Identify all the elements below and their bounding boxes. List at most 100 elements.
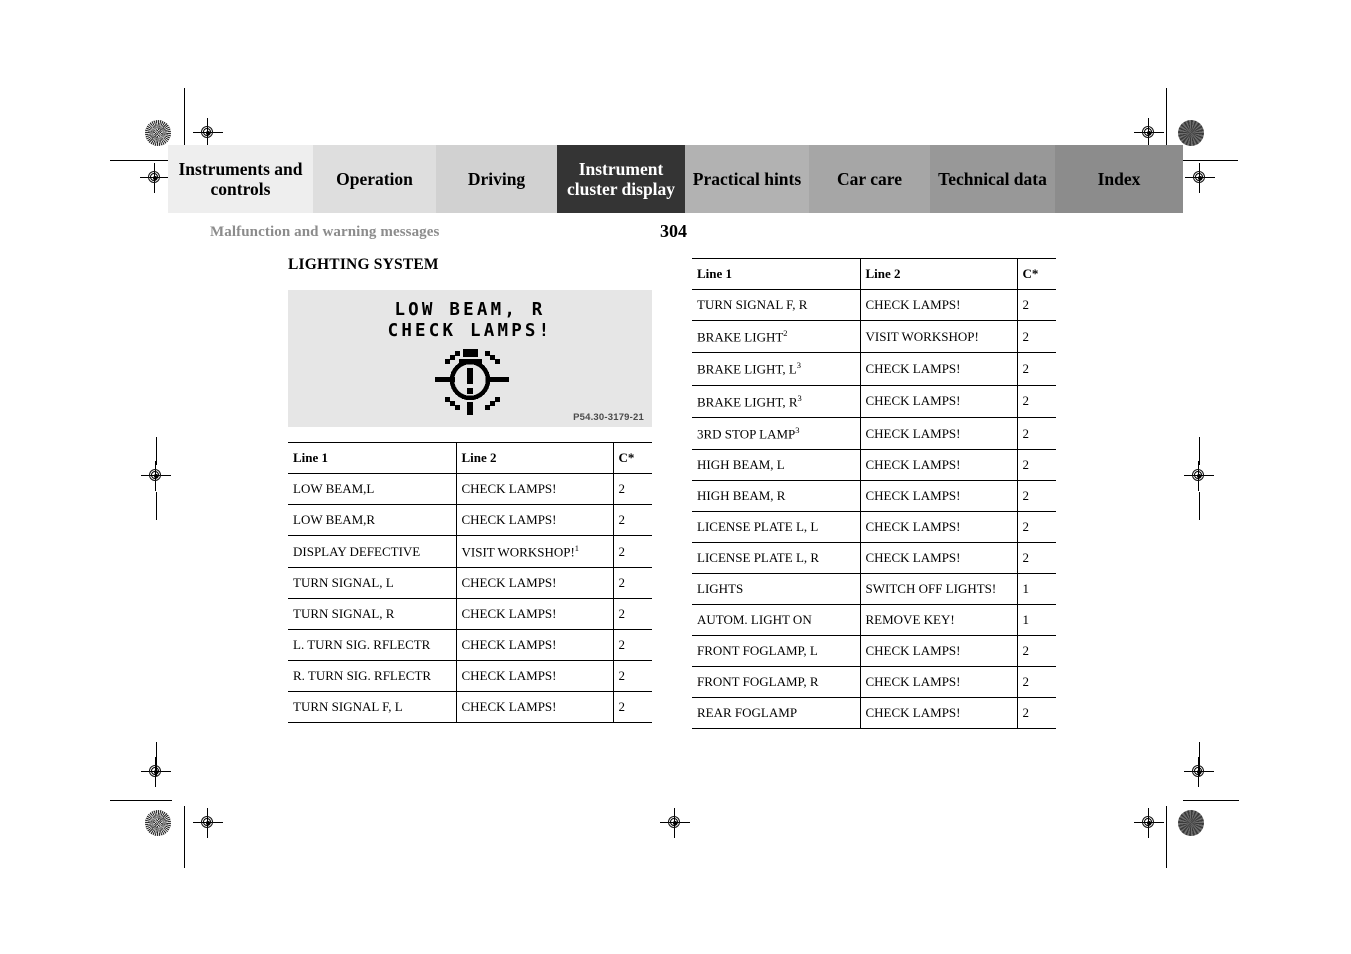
crop-line [110,160,172,162]
cell-line1: REAR FOGLAMP [692,697,861,730]
footnote-marker: 1 [574,543,580,553]
column-header-line2: Line 2 [456,442,614,474]
crop-line [156,437,158,465]
registration-mark [1134,808,1164,838]
cell-line1: LOW BEAM,L [288,473,457,505]
table-row: L. TURN SIG. RFLECTR CHECK LAMPS! 2 [288,629,652,662]
table-row: FRONT FOGLAMP, L CHECK LAMPS! 2 [692,635,1056,668]
cell-c: 2 [613,504,652,536]
table-row: R. TURN SIG. RFLECTR CHECK LAMPS! 2 [288,660,652,693]
cell-c: 2 [1017,384,1056,418]
cell-line2: CHECK LAMPS! [860,449,1018,482]
cell-line2: CHECK LAMPS! [860,352,1018,386]
table-row: HIGH BEAM, L CHECK LAMPS! 2 [692,449,1056,482]
tab-label: Technical data [938,168,1047,189]
tab-practical-hints[interactable]: Practical hints [685,145,809,213]
cell-line2: CHECK LAMPS! [860,416,1018,451]
tab-instruments-and-controls[interactable]: Instruments and controls [168,145,313,213]
cell-line1: L. TURN SIG. RFLECTR [288,629,457,662]
tab-index[interactable]: Index [1055,145,1183,213]
crop-line [1166,806,1168,868]
crop-line [1199,437,1201,465]
display-line-2: CHECK LAMPS! [387,320,553,341]
cell-line2: CHECK LAMPS! [456,629,614,662]
tab-instrument-cluster-display[interactable]: Instrument cluster display [557,145,685,213]
column-header-line1: Line 1 [692,258,861,290]
cell-line2: CHECK LAMPS! [860,542,1018,575]
rosette-mark [145,810,171,836]
tab-technical-data[interactable]: Technical data [930,145,1055,213]
table-row: DISPLAY DEFECTIVE VISIT WORKSHOP!1 2 [288,534,652,569]
cell-c: 2 [613,473,652,505]
tab-label: Operation [336,168,413,189]
tab-label: Instrument cluster display [566,158,676,199]
table-body: LOW BEAM,L CHECK LAMPS! 2 LOW BEAM,R CHECK L… [288,473,652,724]
table-header: Line 1 Line 2 C* [692,258,1056,290]
cell-line1: HIGH BEAM, R [692,480,861,513]
table-row: BRAKE LIGHT2 VISIT WORKSHOP! 2 [692,319,1056,354]
table-header: Line 1 Line 2 C* [288,442,652,474]
crop-line [1180,160,1238,162]
lighting-messages-table-left: Line 1 Line 2 C* LOW BEAM,L CHECK LAMPS! 2… [288,442,652,724]
display-line-1: LOW BEAM, R [394,300,546,320]
cell-line2: CHECK LAMPS! [456,598,614,631]
cell-c: 2 [1017,666,1056,699]
cell-line2: SWITCH OFF LIGHTS! [860,573,1018,606]
column-header-line2: Line 2 [860,258,1018,290]
table-row: LOW BEAM,R CHECK LAMPS! 2 [288,504,652,536]
cell-c: 2 [1017,511,1056,544]
table-row: AUTOM. LIGHT ON REMOVE KEY! 1 [692,604,1056,637]
cell-line1: LICENSE PLATE L, R [692,542,861,575]
cell-line2: REMOVE KEY! [860,604,1018,637]
table-header-row: Line 1 Line 2 C* [288,442,652,474]
table-row: BRAKE LIGHT, R3 CHECK LAMPS! 2 [692,384,1056,418]
registration-mark [193,808,223,838]
cell-c: 2 [613,691,652,724]
tab-driving[interactable]: Driving [436,145,557,213]
chapter-tab-bar: Instruments and controls Operation Driving… [168,145,1183,213]
cell-line2: CHECK LAMPS! [860,697,1018,730]
table-row: 3RD STOP LAMP3 CHECK LAMPS! 2 [692,416,1056,451]
table-row: TURN SIGNAL, L CHECK LAMPS! 2 [288,567,652,600]
crop-line [1166,88,1168,150]
page-number: 304 [660,221,687,241]
cell-line2: CHECK LAMPS! [860,289,1018,321]
cell-line2: CHECK LAMPS! [860,511,1018,544]
cell-c: 2 [1017,635,1056,668]
cell-line2: CHECK LAMPS! [456,473,614,505]
crop-line [1199,492,1201,520]
cell-c: 2 [613,534,652,569]
column-header-c: C* [1017,258,1056,290]
bulb-warning-icon [431,347,510,416]
table-row: REAR FOGLAMP CHECK LAMPS! 2 [692,697,1056,730]
tab-label: Index [1097,168,1141,189]
dot-matrix-display: LOW BEAM, R CHECK LAMPS! [288,300,652,416]
table-header-row: Line 1 Line 2 C* [692,258,1056,290]
cell-line2: CHECK LAMPS! [860,635,1018,668]
tab-car-care[interactable]: Car care [809,145,930,213]
tab-label: Instruments and controls [178,158,303,199]
registration-mark [140,163,170,193]
instrument-cluster-figure: LOW BEAM, R CHECK LAMPS! P54.30-3179-21 [288,290,652,427]
table-row: LOW BEAM,L CHECK LAMPS! 2 [288,473,652,505]
cell-line1: BRAKE LIGHT, R3 [692,384,861,418]
registration-mark [1184,757,1214,787]
cell-line2: CHECK LAMPS! [456,660,614,693]
crop-line [1183,800,1239,802]
tab-label: Driving [467,168,526,189]
crop-line [184,806,186,868]
tab-label: Practical hints [692,168,802,189]
figure-caption: P54.30-3179-21 [573,412,644,423]
footnote-marker: 3 [795,424,800,435]
cell-line2: VISIT WORKSHOP!1 [456,534,614,569]
cell-line1: DISPLAY DEFECTIVE [288,534,457,569]
cell-line1: BRAKE LIGHT2 [692,319,861,354]
crop-line [184,88,186,150]
cell-c: 2 [1017,542,1056,575]
tab-operation[interactable]: Operation [313,145,436,213]
rosette-mark [145,120,171,146]
cell-line2: CHECK LAMPS! [860,480,1018,513]
running-head: Malfunction and warning messages [210,224,440,240]
cell-c: 2 [1017,352,1056,386]
registration-mark [193,118,223,148]
